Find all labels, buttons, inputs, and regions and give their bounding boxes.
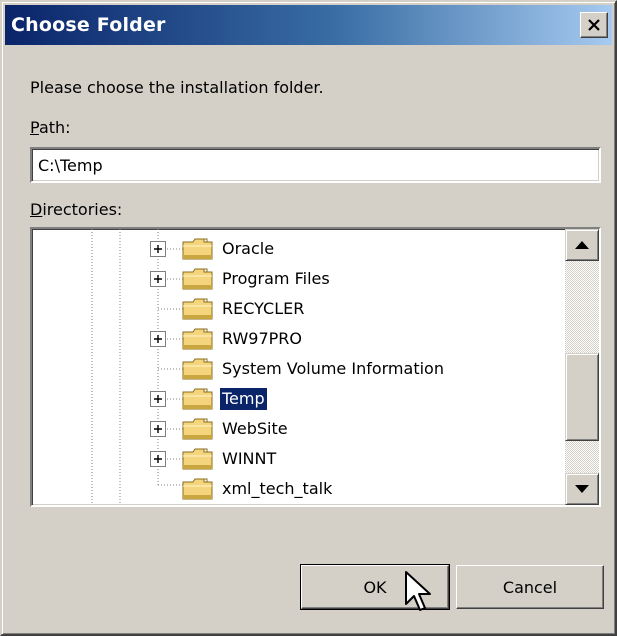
tree-item-label[interactable]: WebSite [220,418,290,440]
mouse-pointer-icon [405,571,431,611]
tree-item-rw97pro[interactable]: RW97PRO [32,325,568,353]
choose-folder-dialog: Choose Folder Please choose the installa… [0,0,617,636]
vertical-scrollbar[interactable] [565,229,599,505]
tree-item-label[interactable]: xml_tech_talk [220,478,334,500]
expand-icon[interactable] [150,241,166,257]
tree-item-program-files[interactable]: Program Files [32,265,568,293]
scroll-thumb[interactable] [565,353,599,441]
expand-icon[interactable] [150,271,166,287]
tree-item-oracle[interactable]: Oracle [32,235,568,263]
folder-icon [182,447,214,471]
folder-icon [182,297,214,321]
expand-icon[interactable] [150,451,166,467]
folder-icon [182,237,214,261]
tree-item-label[interactable]: Oracle [220,238,276,260]
folder-icon [182,477,214,501]
tree-item-label[interactable]: Program Files [220,268,332,290]
scroll-up-button[interactable] [565,229,599,261]
scroll-down-button[interactable] [565,473,599,505]
tree-item-label[interactable]: RW97PRO [220,328,304,350]
close-icon [588,19,600,31]
window-title: Choose Folder [11,14,166,36]
cancel-button[interactable]: Cancel [456,565,604,609]
tree-item-label[interactable]: WINNT [220,448,278,470]
folder-open-icon [182,387,214,411]
instruction-text: Please choose the installation folder. [30,78,324,97]
tree-item-website[interactable]: WebSite [32,415,568,443]
path-label: Path: [30,118,71,137]
close-button[interactable] [580,12,608,38]
tree-item-label[interactable]: RECYCLER [220,298,306,320]
directories-label: Directories: [30,200,123,219]
tree-item-label[interactable]: System Volume Information [220,358,446,380]
directory-tree[interactable]: Oracle Program Files RECYCLER RW97PRO System… [30,227,601,507]
title-bar[interactable]: Choose Folder [5,5,612,45]
tree-item-system-volume-information[interactable]: System Volume Information [32,355,568,383]
folder-icon [182,267,214,291]
tree-item-winnt[interactable]: WINNT [32,445,568,473]
folder-icon [182,327,214,351]
tree-item-temp[interactable]: Temp [32,385,568,413]
expand-icon[interactable] [150,391,166,407]
expand-icon[interactable] [150,421,166,437]
expand-icon[interactable] [150,331,166,347]
tree-item-recycler[interactable]: RECYCLER [32,295,568,323]
tree-item-label[interactable]: Temp [219,387,268,411]
tree-item-xml-tech-talk[interactable]: xml_tech_talk [32,475,568,503]
arrow-up-icon [575,241,589,249]
path-input[interactable] [30,147,601,183]
folder-icon [182,357,214,381]
arrow-down-icon [575,485,589,493]
folder-icon [182,417,214,441]
